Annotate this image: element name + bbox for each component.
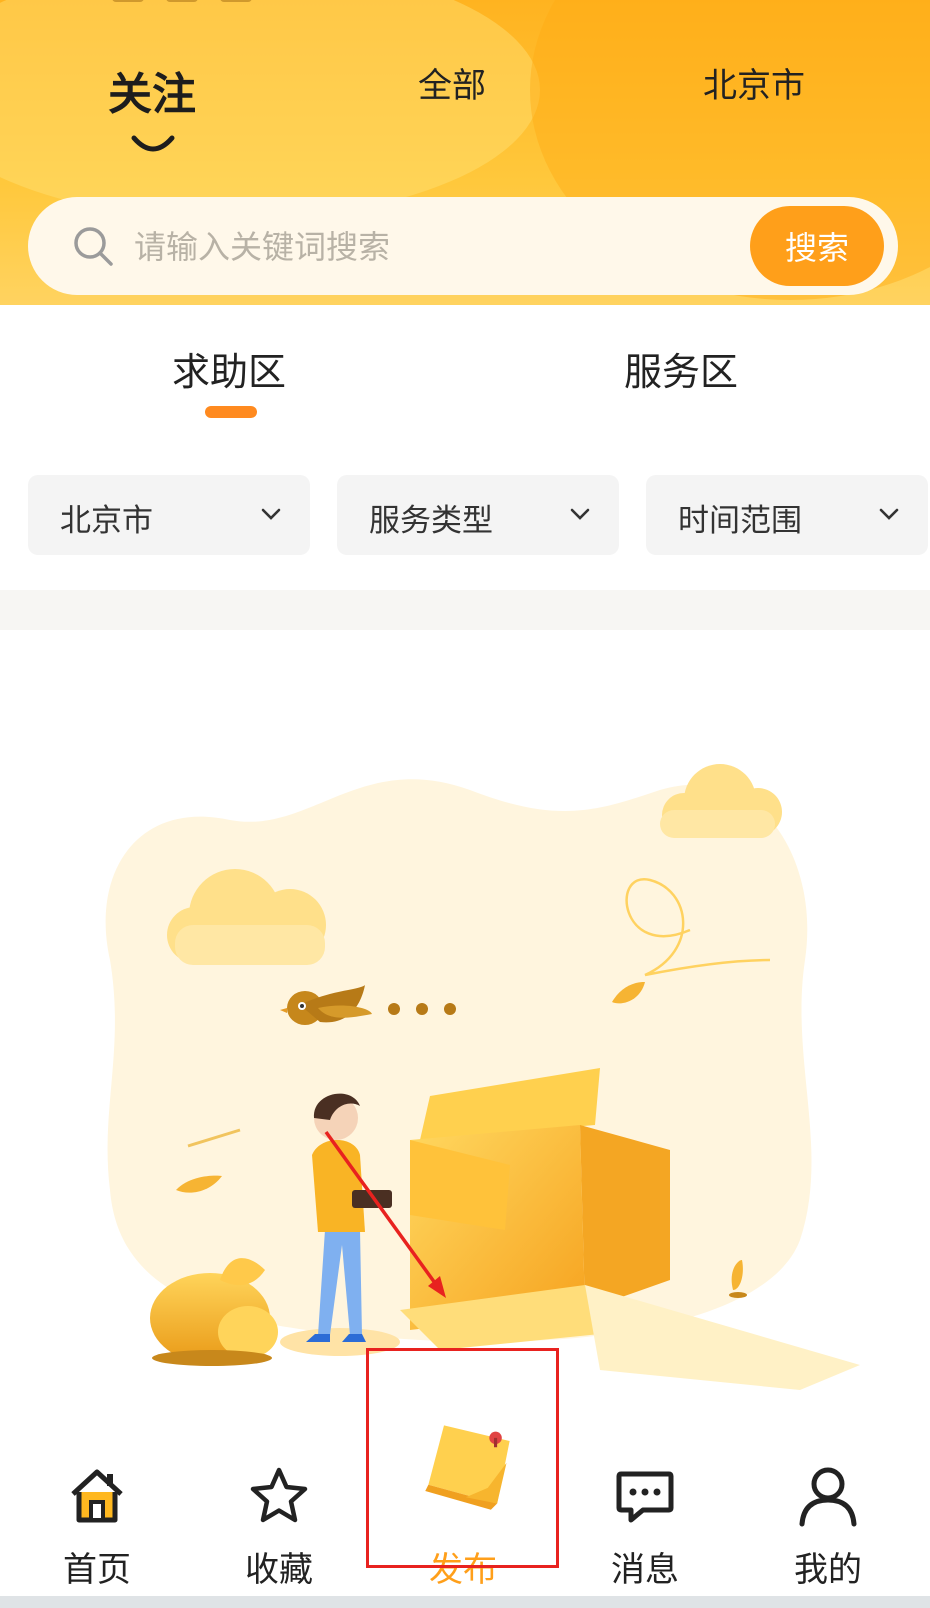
search-input[interactable] bbox=[132, 219, 716, 275]
filter-time-range-dropdown[interactable]: 时间范围 bbox=[646, 475, 928, 555]
tab-all[interactable]: 全部 bbox=[418, 58, 486, 107]
star-icon bbox=[250, 1467, 308, 1523]
tab-following[interactable]: 关注 bbox=[108, 58, 196, 122]
filter-service-type-dropdown[interactable]: 服务类型 bbox=[337, 475, 619, 555]
empty-state-illustration bbox=[105, 764, 860, 1390]
filter-label: 服务类型 bbox=[369, 503, 493, 539]
search-bar: 搜索 bbox=[28, 197, 898, 295]
search-button[interactable]: 搜索 bbox=[750, 206, 884, 286]
header-glow bbox=[0, 0, 540, 220]
header: 关注 全部 北京市 搜索 bbox=[0, 0, 930, 305]
tab-help-area[interactable]: 求助区 bbox=[172, 341, 286, 396]
nav-label: 消息 bbox=[611, 1550, 679, 1590]
user-icon bbox=[799, 1467, 857, 1527]
annotation-highlight-box bbox=[366, 1348, 559, 1568]
home-icon bbox=[71, 1469, 123, 1523]
section-tabs: 求助区 服务区 北京市 服务类型 时间范围 bbox=[0, 305, 930, 575]
status-bar bbox=[112, 0, 252, 2]
section-divider bbox=[0, 590, 930, 630]
filter-label: 时间范围 bbox=[678, 503, 802, 539]
chevron-down-icon bbox=[261, 508, 281, 520]
window-bottom-strip bbox=[0, 1596, 930, 1608]
filter-label: 北京市 bbox=[60, 503, 153, 539]
nav-label: 我的 bbox=[794, 1550, 862, 1590]
nav-label: 首页 bbox=[63, 1550, 131, 1590]
chevron-down-icon bbox=[879, 508, 899, 520]
tab-service-area[interactable]: 服务区 bbox=[624, 341, 738, 396]
nav-label: 收藏 bbox=[245, 1550, 313, 1590]
chevron-down-icon bbox=[570, 508, 590, 520]
empty-state bbox=[0, 630, 930, 1430]
filter-city-dropdown[interactable]: 北京市 bbox=[28, 475, 310, 555]
active-tab-indicator bbox=[131, 135, 175, 152]
active-tab-underline bbox=[205, 406, 257, 418]
search-icon bbox=[74, 227, 113, 266]
tab-city[interactable]: 北京市 bbox=[703, 58, 805, 107]
message-icon bbox=[616, 1471, 674, 1523]
